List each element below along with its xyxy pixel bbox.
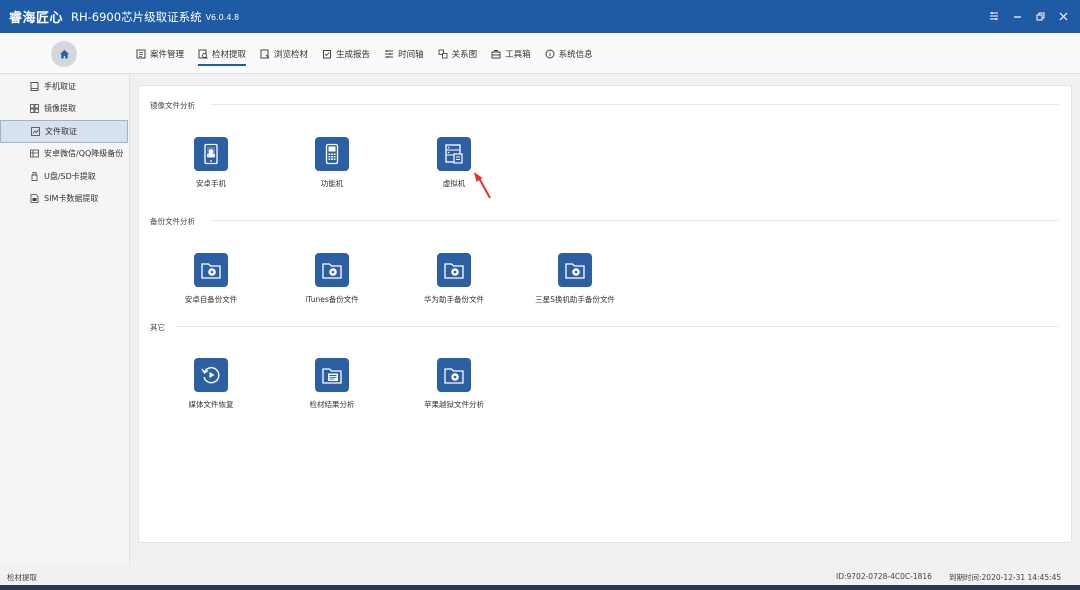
- settings-menu-icon[interactable]: [987, 7, 1001, 25]
- tile-label: 安卓手机: [196, 179, 226, 188]
- folder-disc-icon: [194, 253, 228, 287]
- sim-icon: [30, 194, 39, 204]
- tile-huawei-backup[interactable]: 华为助手备份文件: [399, 253, 509, 305]
- sidebar-item-phone-forensics[interactable]: 手机取证: [0, 75, 129, 98]
- report-icon: [323, 49, 332, 58]
- close-icon[interactable]: [1056, 7, 1070, 25]
- tile-label: 苹果越狱文件分析: [424, 400, 484, 409]
- sidebar-item-label: 镜像提取: [44, 104, 76, 114]
- tile-evidence-result-analysis[interactable]: 检材结果分析: [277, 358, 387, 410]
- android-phone-icon: [194, 137, 228, 171]
- tile-media-restore[interactable]: 媒体文件恢复: [156, 358, 266, 410]
- nav-timeline[interactable]: 时间轴: [384, 33, 424, 74]
- tile-android-phone[interactable]: 安卓手机: [156, 137, 266, 189]
- sidebar-item-usb-sd-extraction[interactable]: U盘/SD卡提取: [0, 165, 129, 188]
- status-current-module: 检材提取: [7, 573, 37, 582]
- folder-list-icon: [315, 358, 349, 392]
- tile-samsung-backup[interactable]: 三星S换机助手备份文件: [520, 253, 630, 305]
- folder-disc-icon: [315, 253, 349, 287]
- tile-itunes-backup[interactable]: iTunes备份文件: [277, 253, 387, 305]
- os-taskbar: [0, 585, 1080, 590]
- sidebar-item-wechat-qq-backup[interactable]: 安卓微信/QQ降级备份: [0, 143, 129, 166]
- browse-icon: [260, 49, 270, 58]
- tile-label: 检材结果分析: [309, 400, 355, 409]
- nav-label: 工具箱: [505, 49, 531, 60]
- app-name: 睿海匠心: [9, 11, 64, 26]
- nav-label: 关系图: [451, 49, 478, 60]
- nav-system-info[interactable]: 系统信息: [545, 33, 593, 74]
- nav-toolbox[interactable]: 工具箱: [491, 33, 531, 74]
- home-button[interactable]: [51, 41, 77, 67]
- tile-label: 安卓自备份文件: [184, 295, 238, 304]
- main-toolbar: 案件管理 检材提取 浏览检材 生成报告 时间轴 关系图 工具箱 系统信息: [0, 33, 1080, 74]
- sidebar-item-image-extraction[interactable]: 镜像提取: [0, 98, 129, 121]
- nav-label: 浏览检材: [274, 49, 309, 60]
- section-divider: [211, 104, 1059, 105]
- nav-case-management[interactable]: 案件管理: [136, 33, 184, 74]
- top-nav: 案件管理 检材提取 浏览检材 生成报告 时间轴 关系图 工具箱 系统信息: [136, 33, 607, 74]
- timeline-icon: [385, 49, 394, 58]
- nav-label: 检材提取: [212, 49, 247, 60]
- main-panel: 镜像文件分析 安卓手机 功能机 虚拟机 备份文件分析 安卓自备份文件 iTune…: [138, 85, 1072, 543]
- info-icon: [545, 49, 555, 58]
- nav-generate-report[interactable]: 生成报告: [322, 33, 370, 74]
- toolbox-icon: [491, 49, 501, 58]
- app-version: V6.0.4.8: [205, 13, 240, 22]
- media-restore-icon: [194, 358, 228, 392]
- tile-android-backup[interactable]: 安卓自备份文件: [156, 253, 266, 305]
- sidebar-item-label: SIM卡数据提取: [44, 194, 99, 204]
- sidebar-item-file-forensics[interactable]: 文件取证: [0, 120, 128, 143]
- nav-label: 生成报告: [336, 49, 371, 60]
- app-subtitle: RH-6900芯片级取证系统: [71, 9, 202, 24]
- status-expiry: 到期时间:2020-12-31 14:45:45: [949, 573, 1062, 582]
- tile-label: 功能机: [320, 179, 344, 188]
- status-bar: 检材提取 ID:9702-0728-4C0C-1816 到期时间:2020-12…: [0, 567, 1080, 585]
- relation-icon: [438, 49, 448, 58]
- section-title-image-analysis: 镜像文件分析: [150, 101, 195, 110]
- sidebar-item-label: U盘/SD卡提取: [44, 171, 96, 181]
- tile-feature-phone[interactable]: 功能机: [277, 137, 387, 189]
- tile-label: 华为助手备份文件: [424, 295, 484, 304]
- section-divider: [175, 326, 1059, 327]
- folder-disc-icon: [558, 253, 592, 287]
- restore-icon[interactable]: [1033, 7, 1047, 25]
- sidebar-item-label: 手机取证: [44, 81, 76, 91]
- nav-label: 系统信息: [558, 49, 593, 60]
- feature-phone-icon: [315, 137, 349, 171]
- title-bar: 睿海匠心 RH-6900芯片级取证系统 V6.0.4.8: [0, 0, 1080, 33]
- extract-icon: [198, 49, 208, 59]
- sidebar-item-sim-extraction[interactable]: SIM卡数据提取: [0, 188, 129, 211]
- tile-label: 媒体文件恢复: [188, 400, 234, 409]
- folder-disc-icon: [437, 253, 471, 287]
- image-icon: [30, 104, 39, 114]
- tile-label: 三星S换机助手备份文件: [535, 295, 615, 304]
- virtual-machine-icon: [437, 137, 471, 171]
- case-icon: [136, 49, 146, 58]
- file-chart-icon: [31, 126, 40, 136]
- usb-icon: [31, 171, 38, 181]
- nav-relation-graph[interactable]: 关系图: [438, 33, 478, 74]
- sidebar-item-label: 安卓微信/QQ降级备份: [44, 149, 124, 159]
- minimize-icon[interactable]: [1010, 7, 1024, 25]
- status-device-id: ID:9702-0728-4C0C-1816: [836, 572, 932, 581]
- home-icon: [59, 49, 69, 58]
- nav-browse-evidence[interactable]: 浏览检材: [260, 33, 308, 74]
- nav-evidence-extraction[interactable]: 检材提取: [198, 33, 247, 74]
- tile-label: iTunes备份文件: [305, 295, 359, 304]
- sidebar-item-label: 文件取证: [45, 126, 77, 136]
- section-title-other: 其它: [150, 323, 165, 332]
- backup-icon: [30, 149, 39, 158]
- section-divider: [211, 220, 1059, 221]
- section-title-backup-analysis: 备份文件分析: [150, 217, 195, 226]
- nav-label: 案件管理: [150, 49, 185, 60]
- nav-label: 时间轴: [398, 49, 424, 60]
- annotation-arrow: [474, 172, 491, 199]
- phone-icon: [30, 81, 39, 91]
- sidebar: 手机取证 镜像提取 文件取证 安卓微信/QQ降级备份 U盘/SD卡提取 SIM卡…: [0, 75, 130, 565]
- window-controls: [987, 7, 1070, 25]
- folder-disc-icon: [437, 358, 471, 392]
- tile-apple-jailbreak-analysis[interactable]: 苹果越狱文件分析: [399, 358, 509, 410]
